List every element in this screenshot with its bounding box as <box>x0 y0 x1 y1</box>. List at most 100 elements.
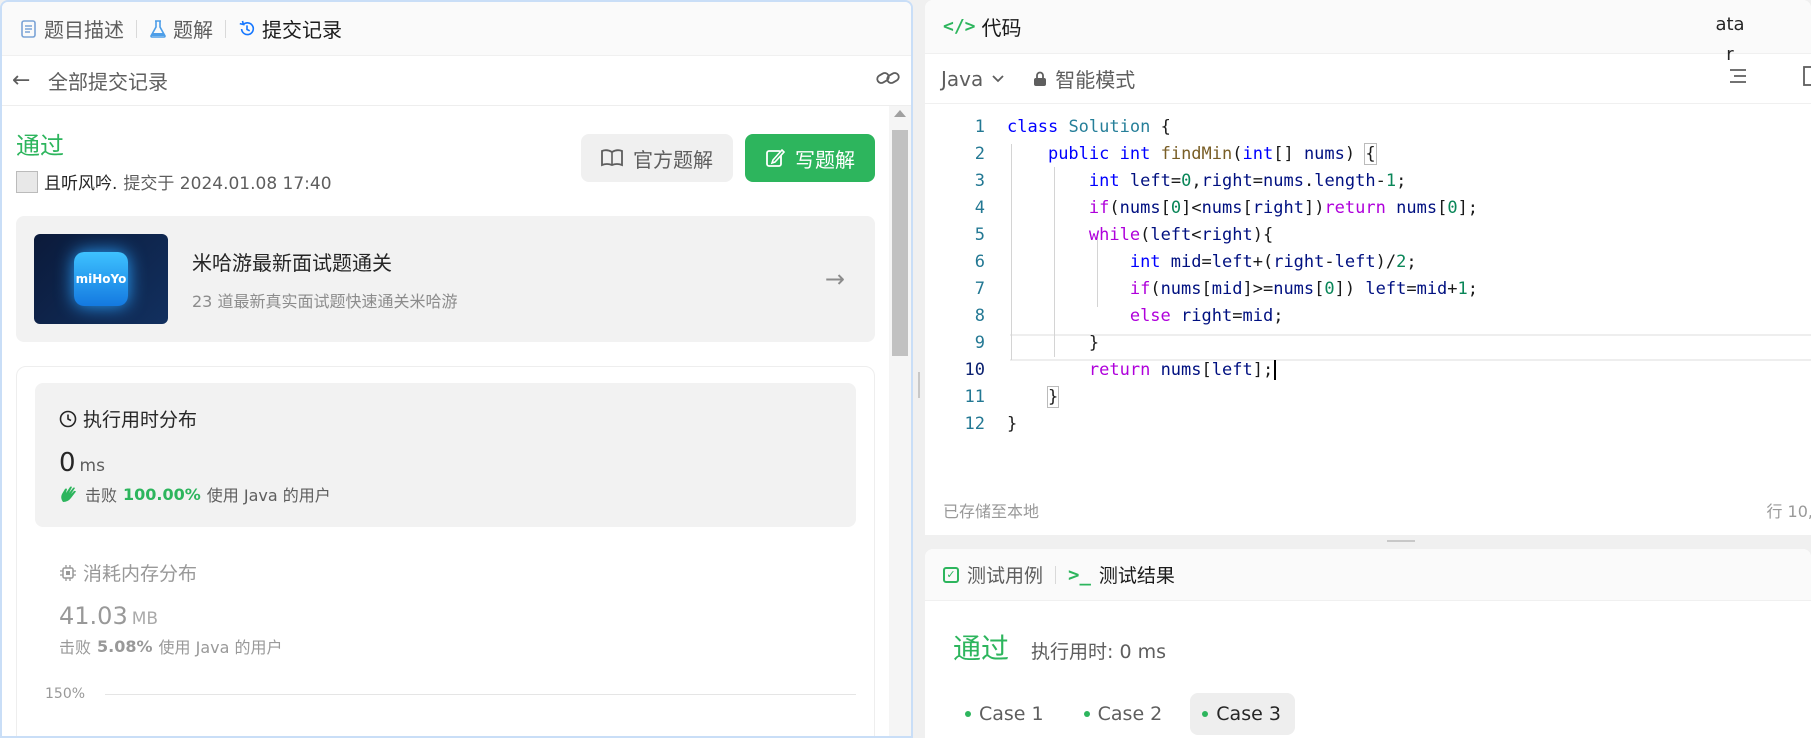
submission-detail: 通过 且听风吟. 提交于 2024.01.08 17:40 官方题解 写题解 m… <box>2 106 889 736</box>
horizontal-resize-handle[interactable] <box>925 535 1811 549</box>
code-line: 11 } <box>925 384 1811 411</box>
promo-description: 23 道最新真实面试题快速通关米哈游 <box>192 291 458 311</box>
code-line: 3 int left=0,right=nums.length-1; <box>925 168 1811 195</box>
memory-beats: 击败 5.08% 使用 Java 的用户 <box>59 634 832 658</box>
test-result-summary: 通过 执行用时: 0 ms <box>925 601 1811 667</box>
line-number: 8 <box>974 306 985 326</box>
write-solution-label: 写题解 <box>795 147 855 172</box>
code-tabbar: </> 代码 ata r <box>925 0 1811 65</box>
pass-dot-icon <box>1083 711 1090 717</box>
line-number: 4 <box>974 198 985 218</box>
line-number: 10 <box>964 360 985 380</box>
smart-mode-toggle[interactable]: 智能模式 <box>1033 64 1135 93</box>
history-icon <box>239 20 255 35</box>
code-line: 1 class Solution { <box>925 114 1811 141</box>
submitted-time: 提交于 2024.01.08 17:40 <box>123 174 332 194</box>
back-arrow-icon[interactable]: ← <box>12 68 42 93</box>
result-info: 通过 且听风吟. 提交于 2024.01.08 17:40 <box>16 126 332 194</box>
memory-value: 41.03 MB <box>59 602 832 630</box>
submitter-name[interactable]: 且听风吟. <box>44 169 117 194</box>
distribution-axis: 150% <box>35 686 856 702</box>
runtime-distribution[interactable]: 执行用时分布 0 ms 击败 100.00% 使用 Java 的用户 <box>35 383 856 527</box>
memory-number: 41.03 <box>59 602 128 630</box>
case-tab-1[interactable]: Case 1 <box>953 693 1058 735</box>
code-line: 4 if(nums[0]<nums[right])return nums[0]; <box>925 195 1811 222</box>
runtime-unit: ms <box>79 456 105 476</box>
case-tab-3[interactable]: Case 3 <box>1190 693 1295 735</box>
avatar[interactable] <box>16 170 38 193</box>
book-icon <box>601 149 623 167</box>
line-number: 11 <box>964 387 985 407</box>
line-number: 1 <box>974 117 985 137</box>
pass-dot-icon <box>965 711 971 717</box>
tab-separator <box>136 19 137 38</box>
memory-distribution[interactable]: 消耗内存分布 41.03 MB 击败 5.08% 使用 Java 的用户 <box>35 527 856 658</box>
tab-testcases-label: 测试用例 <box>967 565 1044 587</box>
line-number: 9 <box>974 333 985 353</box>
all-submissions-title: 全部提交记录 <box>48 70 168 94</box>
line-number: 5 <box>974 225 985 245</box>
tab-submissions[interactable]: 提交记录 <box>230 14 350 43</box>
tab-test-results[interactable]: >_ 测试结果 <box>1068 561 1175 588</box>
tab-submissions-label: 提交记录 <box>262 18 342 42</box>
tab-code[interactable]: </> 代码 <box>943 12 1022 41</box>
test-panel: ✓ 测试用例 >_ 测试结果 通过 执行用时: 0 ms Case 1 Case… <box>925 549 1811 738</box>
code-line: 8 else right=mid; <box>925 303 1811 330</box>
result-row: 通过 且听风吟. 提交于 2024.01.08 17:40 官方题解 写题解 <box>16 126 875 194</box>
code-editor[interactable]: 1 class Solution { 2 public int findMin(i… <box>925 104 1811 484</box>
promo-text: 米哈游最新面试题通关 23 道最新真实面试题快速通关米哈游 <box>192 247 457 312</box>
divider-grip[interactable] <box>918 372 920 398</box>
official-solution-button[interactable]: 官方题解 <box>581 134 733 182</box>
tab-separator <box>225 19 226 38</box>
code-line: 2 public int findMin(int[] nums) { <box>925 141 1811 168</box>
clap-icon <box>61 486 76 502</box>
promo-banner[interactable]: miHoYo 米哈游最新面试题通关 23 道最新真实面试题快速通关米哈游 → <box>16 216 875 342</box>
format-list-icon[interactable] <box>1728 66 1748 90</box>
test-runtime: 执行用时: 0 ms <box>1031 641 1166 663</box>
submissions-subheader: ← 全部提交记录 <box>2 56 911 106</box>
scrollbar-thumb[interactable] <box>892 130 908 356</box>
language-label: Java <box>941 66 984 91</box>
tab-solutions[interactable]: 题解 <box>141 14 221 43</box>
memory-beats-suffix: 使用 Java 的用户 <box>158 638 283 657</box>
case-tab-2[interactable]: Case 2 <box>1072 693 1177 735</box>
tab-description[interactable]: 题目描述 <box>12 14 132 43</box>
runtime-value: 0 ms <box>59 448 832 478</box>
pass-dot-icon <box>1202 711 1209 717</box>
language-select[interactable]: Java <box>941 67 1005 91</box>
code-icon: </> <box>943 16 976 37</box>
text-caret <box>1274 360 1277 380</box>
memory-title: 消耗内存分布 <box>59 559 832 586</box>
document-icon <box>21 19 36 38</box>
checkbox-icon: ✓ <box>943 566 959 583</box>
official-solution-label: 官方题解 <box>633 147 713 172</box>
scroll-up-icon[interactable] <box>894 110 906 117</box>
divider-grip[interactable] <box>1387 540 1415 542</box>
code-panel: </> 代码 ata r Java 智能模式 1 class Solution … <box>925 0 1811 535</box>
code-line: 7 if(nums[mid]>=nums[0]) left=mid+1; <box>925 276 1811 303</box>
test-tabbar: ✓ 测试用例 >_ 测试结果 <box>925 549 1811 601</box>
write-solution-button[interactable]: 写题解 <box>745 134 875 182</box>
code-line: 5 while(left<right){ <box>925 222 1811 249</box>
bookmark-icon[interactable] <box>1803 66 1811 91</box>
memory-title-text: 消耗内存分布 <box>83 563 198 585</box>
axis-gridline <box>105 693 856 695</box>
line-number: 6 <box>974 252 985 272</box>
chip-icon <box>60 564 76 581</box>
tab-testcases[interactable]: ✓ 测试用例 <box>943 561 1043 588</box>
left-scrollbar[interactable] <box>889 106 911 736</box>
vertical-resize-handle[interactable] <box>913 0 925 738</box>
code-line: 6 int mid=left+(right-left)/2; <box>925 249 1811 276</box>
case-label: Case 2 <box>1097 703 1163 725</box>
code-line: 12} <box>925 411 1811 438</box>
editor-toolbar: Java 智能模式 <box>925 54 1811 104</box>
smart-mode-label: 智能模式 <box>1055 68 1136 92</box>
code-line: 10 return nums[left]; <box>925 357 1811 384</box>
cursor-position: 行 10, <box>1766 502 1811 521</box>
app-root: 题目描述 题解 提交记录 ← 全部提交记录 通过 且听风吟. 提交于 2024.… <box>0 0 1811 738</box>
case-label: Case 3 <box>1216 703 1281 725</box>
link-icon[interactable] <box>875 68 901 93</box>
runtime-beats-prefix: 击败 <box>85 486 118 505</box>
submission-status: 通过 <box>16 132 64 160</box>
flask-icon <box>150 19 166 38</box>
